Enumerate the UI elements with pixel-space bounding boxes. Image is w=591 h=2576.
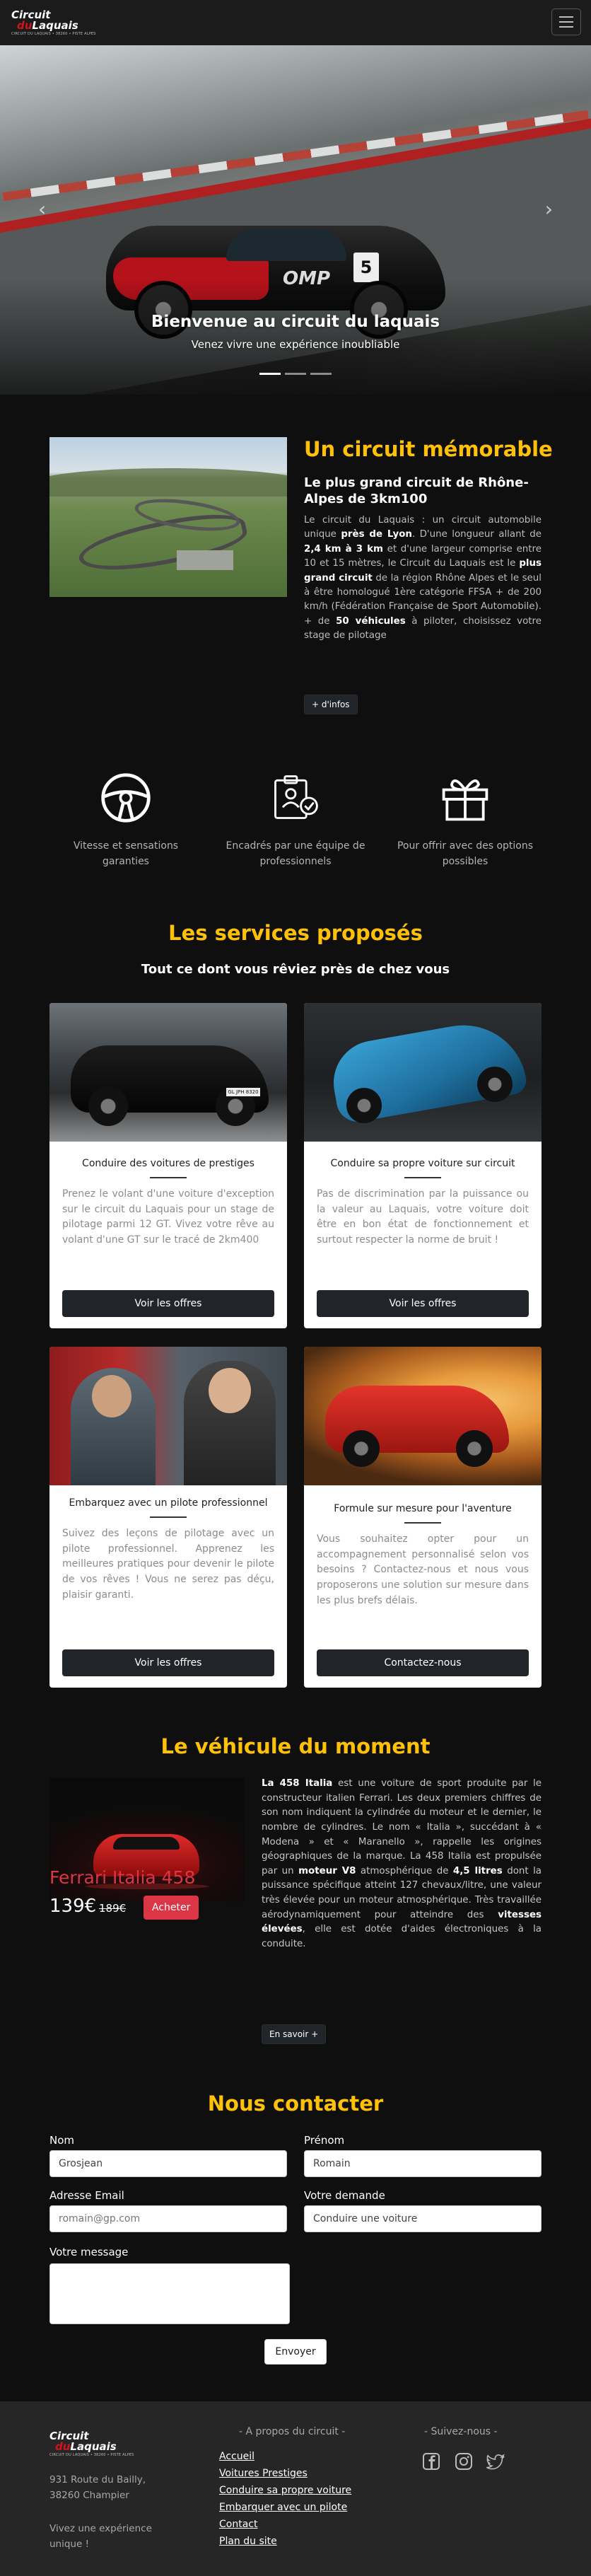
footer-link-sitemap[interactable]: Plan du site (219, 2536, 277, 2547)
carousel-indicator[interactable] (310, 373, 332, 375)
footer-link-contact[interactable]: Contact (219, 2519, 257, 2530)
services-title: Les services proposés (168, 921, 423, 945)
hero-subtitle: Venez vivre une expérience inoubliable (191, 338, 400, 351)
gift-icon (442, 779, 488, 821)
nissan-350z-image (304, 1347, 542, 1485)
send-button[interactable]: Envoyer (264, 2339, 327, 2365)
card-text: Vous souhaitez opter pour un accompagnem… (317, 1533, 529, 1606)
bmw-m3-image (304, 1003, 542, 1142)
social-heading: - Suivez-nous - (424, 2426, 498, 2437)
feature-team: Encadrés par une équipe de professionnel… (225, 771, 366, 869)
card-text: Pas de discrimination par la puissance o… (317, 1188, 529, 1246)
navbar: Circuit duLaquais CIRCUIT DU LAQUAIS • 3… (0, 0, 591, 45)
carousel-indicator[interactable] (285, 373, 306, 375)
contact-title: Nous contacter (207, 2091, 384, 2116)
contact-us-button[interactable]: Contactez-nous (317, 1649, 529, 1676)
car-number: 5 (353, 253, 379, 282)
footer-link-pilot[interactable]: Embarquer avec un pilote (219, 2502, 347, 2513)
services-subtitle: Tout ce dont vous rêviez près de chez vo… (141, 962, 450, 977)
service-card-prestige: GL JPH 8320 Conduire des voitures de pre… (49, 1003, 287, 1328)
chevron-right-icon[interactable]: › (545, 197, 553, 221)
vehicle-old-price: 189€ (99, 1902, 127, 1915)
footer-link-accueil[interactable]: Accueil (219, 2451, 254, 2462)
about-text: Le circuit du Laquais : un circuit autom… (304, 515, 542, 641)
chevron-left-icon[interactable]: ‹ (38, 197, 46, 221)
hero-title: Bienvenue au circuit du laquais (151, 313, 440, 331)
about-heading: - A propos du circuit - (239, 2426, 346, 2437)
logo-tagline: CIRCUIT DU LAQUAIS • 38260 • PISTE ALPES (11, 31, 96, 36)
circuit-aerial-image (49, 437, 287, 597)
learn-more-button[interactable]: En savoir + (262, 2024, 327, 2044)
service-card-pilot: Embarquez avec un pilote professionnel S… (49, 1347, 287, 1688)
request-select[interactable]: Conduire une voiture (304, 2205, 542, 2232)
instructor-badge-icon (274, 775, 318, 819)
logo-tagline: CIRCUIT DU LAQUAIS • 38260 • PISTE ALPES (49, 2453, 134, 2457)
pilot-instructor-image (49, 1347, 287, 1485)
feature-gift: Pour offrir avec des options possibles (394, 771, 536, 869)
nom-field[interactable]: Grosjean (49, 2150, 287, 2177)
card-text: Suivez des leçons de pilotage avec un pi… (62, 1527, 274, 1601)
vehicle-section-title: Le véhicule du moment (160, 1734, 431, 1758)
facebook-icon[interactable] (421, 2452, 441, 2471)
audi-r8-image: GL JPH 8320 (49, 1003, 287, 1142)
footer-slogan: Vivez une expérience unique ! (49, 2523, 152, 2550)
nom-label: Nom (49, 2134, 75, 2147)
see-offers-button[interactable]: Voir les offres (317, 1290, 529, 1317)
logo-line-2: duLaquais (55, 2440, 117, 2453)
service-card-custom: Formule sur mesure pour l'aventure Vous … (304, 1347, 542, 1688)
about-subtitle: Le plus grand circuit de Rhône-Alpes de … (304, 475, 529, 506)
service-card-own-car: Conduire sa propre voiture sur circuit P… (304, 1003, 542, 1328)
feature-text: Encadrés par une équipe de professionnel… (226, 840, 365, 867)
instagram-icon[interactable] (454, 2452, 474, 2471)
email-field[interactable]: romain@gp.com (49, 2205, 287, 2232)
demande-label: Votre demande (304, 2189, 385, 2202)
vehicle-description: La 458 Italia est une voiture de sport p… (262, 1778, 542, 1950)
footer-link-own-car[interactable]: Conduire sa propre voiture (219, 2485, 351, 2496)
card-title: Formule sur mesure pour l'aventure (334, 1503, 512, 1514)
footer-logo[interactable]: Circuit duLaquais CIRCUIT DU LAQUAIS • 3… (49, 2431, 134, 2457)
more-info-button[interactable]: + d'infos (304, 695, 358, 714)
footer-address: 931 Route du Bailly, 38260 Champier (49, 2474, 146, 2501)
request-select-value: Conduire une voiture (313, 2213, 418, 2224)
vehicle-price: 139€ (49, 1896, 97, 1917)
card-text: Prenez le volant d'une voiture d'excepti… (62, 1188, 274, 1246)
hamburger-icon[interactable] (551, 8, 581, 35)
feature-text: Pour offrir avec des options possibles (397, 840, 534, 867)
about-title: Un circuit mémorable (304, 437, 553, 461)
card-title: Conduire sa propre voiture sur circuit (330, 1158, 515, 1169)
twitter-icon[interactable] (486, 2452, 506, 2471)
card-title: Embarquez avec un pilote professionnel (69, 1497, 268, 1509)
prenom-field[interactable]: Romain (304, 2150, 542, 2177)
card-title: Conduire des voitures de prestiges (82, 1158, 254, 1169)
buy-button[interactable]: Acheter (144, 1896, 199, 1920)
see-offers-button[interactable]: Voir les offres (62, 1649, 274, 1676)
logo-line-2: duLaquais (17, 18, 78, 32)
vehicle-name: Ferrari Italia 458 (49, 1867, 196, 1888)
site-logo[interactable]: Circuit duLaquais CIRCUIT DU LAQUAIS • 3… (11, 9, 96, 36)
carousel-indicators (0, 373, 591, 375)
message-textarea[interactable] (49, 2263, 290, 2324)
hero-carousel: OMP 5 ‹ › Bienvenue au circuit du laquai… (0, 45, 591, 395)
message-label: Votre message (49, 2246, 129, 2258)
footer-link-prestige[interactable]: Voitures Prestiges (219, 2468, 308, 2479)
license-plate: GL JPH 8320 (226, 1088, 260, 1096)
email-label: Adresse Email (49, 2189, 124, 2202)
see-offers-button[interactable]: Voir les offres (62, 1290, 274, 1317)
steering-wheel-icon (101, 773, 151, 823)
prenom-label: Prénom (304, 2134, 345, 2147)
feature-speed: Vitesse et sensations garanties (55, 771, 197, 869)
carousel-indicator[interactable] (259, 373, 281, 375)
feature-text: Vitesse et sensations garanties (73, 840, 179, 867)
